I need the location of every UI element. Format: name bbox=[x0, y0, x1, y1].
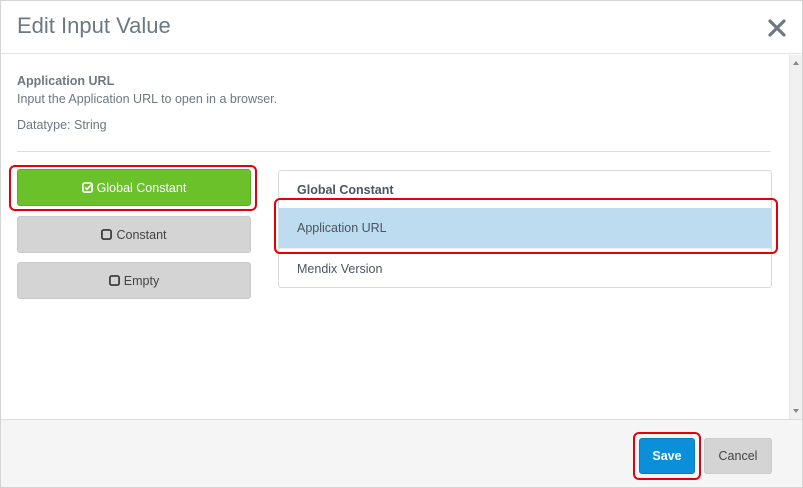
constant-option-button[interactable]: Constant bbox=[17, 216, 251, 253]
cancel-button[interactable]: Cancel bbox=[704, 438, 772, 474]
dialog-title: Edit Input Value bbox=[17, 13, 171, 38]
empty-option-button[interactable]: Empty bbox=[17, 262, 251, 299]
constant-option-label: Constant bbox=[116, 227, 167, 242]
save-button[interactable]: Save bbox=[639, 438, 695, 474]
dialog-scrollbar[interactable] bbox=[789, 55, 802, 419]
parameter-description: Input the Application URL to open in a b… bbox=[17, 92, 278, 106]
parameter-name: Application URL bbox=[17, 74, 115, 88]
scroll-up-arrow-icon[interactable] bbox=[793, 61, 799, 65]
checked-square-icon bbox=[81, 182, 93, 193]
global-constant-option-button[interactable]: Global Constant bbox=[17, 169, 251, 206]
empty-option-label: Empty bbox=[123, 273, 160, 288]
list-header: Global Constant bbox=[297, 183, 394, 197]
dialog-header: Edit Input Value bbox=[1, 1, 802, 54]
empty-square-icon bbox=[101, 229, 113, 240]
global-constant-list: Global Constant Application URL Mendix V… bbox=[278, 170, 772, 288]
list-item-label: Mendix Version bbox=[297, 261, 383, 276]
section-divider bbox=[17, 151, 771, 152]
parameter-datatype: Datatype: String bbox=[17, 118, 107, 132]
empty-square-icon bbox=[108, 275, 120, 286]
list-item-application-url[interactable]: Application URL bbox=[279, 208, 771, 248]
global-constant-option-label: Global Constant bbox=[96, 180, 187, 195]
list-item-mendix-version[interactable]: Mendix Version bbox=[279, 248, 771, 288]
edit-input-value-dialog: Edit Input Value Application URL Input t… bbox=[0, 0, 803, 488]
list-item-label: Application URL bbox=[297, 221, 387, 235]
scroll-down-arrow-icon[interactable] bbox=[793, 409, 799, 413]
close-icon[interactable] bbox=[765, 16, 789, 40]
